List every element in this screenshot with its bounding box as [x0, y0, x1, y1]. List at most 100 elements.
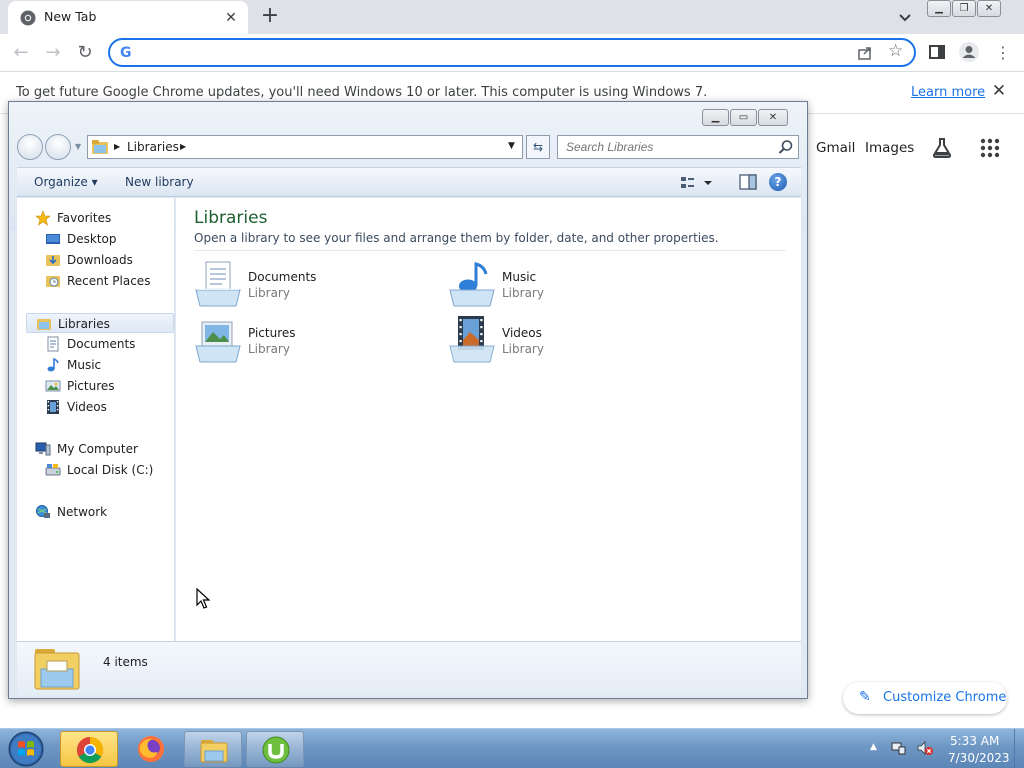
- nav-pictures[interactable]: Pictures: [45, 376, 155, 396]
- omnibox[interactable]: G ☆: [108, 38, 916, 67]
- infobar-close-icon[interactable]: ✕: [990, 82, 1008, 100]
- nav-recent-places[interactable]: Recent Places: [45, 271, 165, 291]
- windows-start-button[interactable]: [6, 730, 46, 768]
- nav-libraries[interactable]: Libraries: [26, 313, 174, 333]
- new-library-button[interactable]: New library: [125, 175, 194, 189]
- pencil-icon: ✎: [859, 689, 871, 705]
- infobar-message: To get future Google Chrome updates, you…: [16, 85, 708, 100]
- labs-flask-icon[interactable]: [930, 136, 954, 160]
- profile-avatar-icon[interactable]: [958, 41, 980, 63]
- google-apps-grid-icon[interactable]: [980, 138, 1000, 158]
- explorer-minimize-button[interactable]: ▁: [702, 109, 729, 126]
- videos-library-icon: [449, 316, 495, 363]
- change-view-icon[interactable]: [679, 175, 719, 191]
- chrome-window-controls: ▁ ❐ ✕: [926, 0, 1001, 18]
- omnibox-input[interactable]: [144, 43, 844, 63]
- favorites-star-icon: [35, 210, 51, 226]
- share-icon[interactable]: [856, 44, 874, 62]
- clock-time[interactable]: 5:33 AM: [950, 734, 999, 748]
- network-icon: [36, 505, 50, 518]
- nav-local-disk[interactable]: Local Disk (C:): [45, 460, 165, 480]
- gmail-link[interactable]: Gmail: [816, 140, 855, 156]
- content-title: Libraries: [194, 208, 268, 228]
- local-disk-icon: [45, 464, 61, 476]
- show-hidden-icons-chevron-icon[interactable]: ▲: [870, 742, 877, 752]
- libraries-icon: [37, 319, 51, 330]
- address-dropdown-icon[interactable]: ▼: [508, 141, 515, 151]
- network-status-icon[interactable]: [890, 740, 906, 756]
- new-tab-button[interactable]: +: [260, 5, 280, 27]
- explorer-close-button[interactable]: ✕: [758, 109, 788, 126]
- explorer-back-button[interactable]: [17, 134, 43, 160]
- back-arrow-icon[interactable]: ←: [10, 42, 32, 64]
- utorrent-icon: [262, 736, 290, 764]
- recent-pages-chevron-icon[interactable]: ▼: [75, 142, 81, 151]
- breadcrumb-separator-icon[interactable]: ▶: [114, 140, 120, 154]
- pictures-icon: [45, 380, 61, 392]
- library-item-documents[interactable]: Documents Library: [194, 260, 414, 310]
- explorer-refresh-button[interactable]: ⇆: [526, 135, 550, 159]
- tab-close-icon[interactable]: ✕: [222, 9, 240, 27]
- library-item-pictures[interactable]: Pictures Library: [194, 316, 414, 366]
- minimize-button[interactable]: ▁: [927, 0, 951, 17]
- music-library-icon: [449, 262, 495, 307]
- library-item-videos[interactable]: Videos Library: [448, 316, 668, 366]
- images-link[interactable]: Images: [865, 140, 914, 156]
- explorer-address-bar[interactable]: ▶ Libraries ▶ ▼: [87, 135, 523, 159]
- nav-downloads[interactable]: Downloads: [45, 250, 155, 270]
- taskbar-firefox-button[interactable]: [122, 731, 180, 767]
- computer-icon: [35, 442, 51, 456]
- help-icon[interactable]: ?: [769, 173, 787, 191]
- forward-arrow-icon[interactable]: →: [42, 42, 64, 64]
- chrome-menu-icon[interactable]: ⋮: [992, 42, 1014, 64]
- nav-videos[interactable]: Videos: [45, 397, 155, 417]
- explorer-icon: [200, 740, 228, 763]
- google-g-icon: G: [120, 45, 132, 61]
- taskbar-explorer-button[interactable]: [184, 731, 242, 767]
- volume-muted-icon[interactable]: [916, 740, 934, 756]
- nav-music[interactable]: Music: [45, 355, 155, 375]
- learn-more-link[interactable]: Learn more: [911, 85, 985, 100]
- breadcrumb-separator-icon[interactable]: ▶: [180, 140, 186, 154]
- chrome-icon: [76, 736, 104, 764]
- content-subtitle: Open a library to see your files and arr…: [194, 231, 719, 245]
- content-divider: [194, 250, 786, 251]
- explorer-maximize-button[interactable]: ▭: [730, 109, 757, 126]
- close-button[interactable]: ✕: [977, 0, 1001, 17]
- taskbar-chrome-button[interactable]: [60, 731, 118, 767]
- nav-favorites[interactable]: Favorites: [35, 208, 155, 228]
- side-panel-icon[interactable]: [928, 43, 946, 61]
- windows-taskbar: ▲ 5:33 AM 7/30/2023: [0, 728, 1024, 768]
- breadcrumb-libraries[interactable]: Libraries: [127, 140, 179, 154]
- nav-network[interactable]: Network: [35, 502, 145, 522]
- chrome-favicon-icon: [20, 10, 36, 26]
- nav-desktop[interactable]: Desktop: [45, 229, 155, 249]
- pictures-library-icon: [195, 321, 241, 363]
- clock-date[interactable]: 7/30/2023: [948, 751, 1010, 765]
- organize-button[interactable]: Organize ▾: [34, 175, 98, 189]
- nav-my-computer[interactable]: My Computer: [35, 439, 165, 459]
- customize-chrome-button[interactable]: ✎ Customize Chrome: [843, 682, 1007, 714]
- taskbar-utorrent-button[interactable]: [246, 731, 304, 767]
- explorer-content-pane: Libraries Open a library to see your fil…: [176, 198, 801, 641]
- show-desktop-button[interactable]: [1014, 729, 1024, 768]
- explorer-command-bar: Organize ▾ New library ?: [17, 167, 801, 197]
- mouse-cursor-icon: [196, 588, 210, 609]
- nav-documents[interactable]: Documents: [45, 334, 155, 354]
- reload-icon[interactable]: ↻: [74, 42, 96, 64]
- customize-chrome-label: Customize Chrome: [883, 690, 1007, 705]
- recent-places-icon: [46, 276, 60, 287]
- explorer-window: ▁ ▭ ✕ ▼ ▶ Libraries ▶ ▼ ⇆ Organize ▾ New…: [8, 101, 808, 699]
- explorer-forward-button[interactable]: [45, 134, 71, 160]
- bookmark-star-icon[interactable]: ☆: [888, 42, 906, 60]
- search-icon[interactable]: [778, 139, 794, 155]
- preview-pane-icon[interactable]: [739, 174, 757, 190]
- firefox-icon: [138, 736, 164, 762]
- tab-new-tab[interactable]: New Tab ✕: [8, 1, 248, 34]
- restore-button[interactable]: ❐: [952, 0, 976, 17]
- explorer-search-input[interactable]: [566, 139, 766, 155]
- tab-search-chevron-icon[interactable]: [896, 8, 914, 26]
- library-item-music[interactable]: Music Library: [448, 260, 668, 310]
- explorer-search-box[interactable]: [557, 135, 799, 159]
- downloads-folder-icon: [46, 255, 60, 266]
